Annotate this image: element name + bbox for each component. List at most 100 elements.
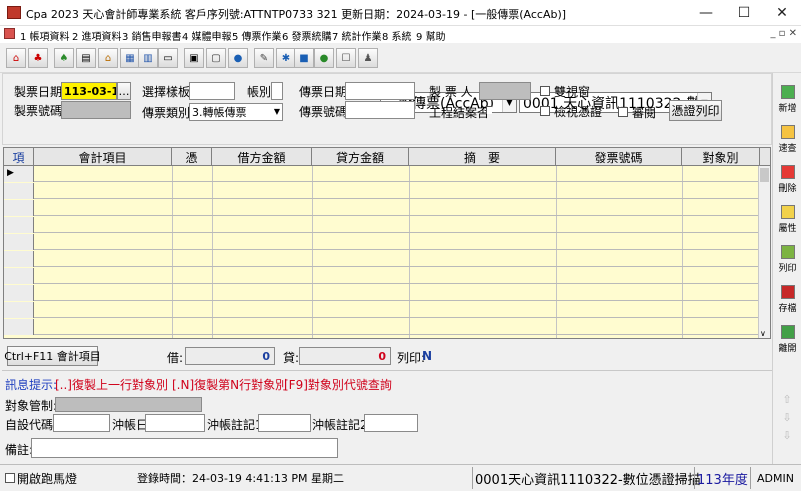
screen-icon[interactable]: ■ (294, 48, 314, 68)
table-row[interactable] (4, 217, 760, 233)
scroll-down-icon[interactable]: ∨ (760, 329, 766, 338)
table-row[interactable] (4, 302, 760, 318)
calculator-icon[interactable]: ▭ (158, 48, 178, 68)
delete-icon (780, 165, 795, 179)
col-object[interactable]: 對象別 (682, 148, 760, 166)
marquee-label: 開啟跑馬燈 (17, 471, 78, 486)
delete-button[interactable]: 刪除 (773, 161, 801, 201)
scroll-thumb[interactable] (760, 168, 769, 182)
help-icon[interactable]: ● (314, 48, 334, 68)
table-row[interactable] (4, 251, 760, 267)
tools-icon[interactable]: ✎ (254, 48, 274, 68)
row-header[interactable] (4, 302, 34, 318)
row-header[interactable]: ▶ (4, 166, 34, 182)
voucher-no-field[interactable] (61, 101, 131, 119)
marquee-checkbox[interactable] (5, 473, 15, 483)
status-year: 113年度 (697, 472, 748, 488)
col-item[interactable]: 項 (4, 148, 34, 166)
project-closed-checkbox[interactable] (486, 106, 492, 114)
menu-accounts[interactable]: 1 帳項資料 (20, 28, 70, 43)
offset-note2-field[interactable] (364, 414, 418, 432)
date-picker-button[interactable]: … (117, 82, 131, 100)
table-row[interactable] (4, 285, 760, 301)
voucher-category-select[interactable]: 3.轉帳傳票 ▼ (189, 103, 283, 121)
grid-scrollbar[interactable]: ∨ (758, 166, 770, 338)
row-header[interactable] (4, 285, 34, 301)
account-item-button[interactable]: Ctrl+F11 會計項目 (4, 346, 101, 366)
table-row[interactable] (4, 234, 760, 250)
table-row[interactable]: ▶ (4, 166, 760, 182)
row-header[interactable] (4, 268, 34, 284)
row-header[interactable] (4, 200, 34, 216)
import-icon[interactable]: ▥ (138, 48, 158, 68)
offset-date-field[interactable] (145, 414, 205, 432)
mdi-controls[interactable]: _ ▫ ✕ (770, 28, 797, 39)
menu-input[interactable]: 2 進項資料 (72, 28, 122, 43)
voucher-num-field[interactable] (345, 101, 415, 119)
quick-search-button[interactable]: 速查 (773, 121, 801, 161)
col-account[interactable]: 會計項目 (34, 148, 172, 166)
voucher-date-field[interactable] (345, 82, 415, 100)
maximize-button[interactable]: ☐ (725, 0, 763, 26)
quick-search-label: 速查 (778, 144, 797, 154)
col-invoice-no[interactable]: 發票號碼 (556, 148, 682, 166)
toolbar: ⌂ ♣ ♠ ▤ ⌂ ▦ ▥ ▭ ▣ ▢ ● ✎ ✱ ■ ● ☐ ♟ 一般傳票(A… (0, 43, 801, 113)
add-icon (780, 85, 795, 99)
template-field[interactable] (189, 82, 235, 100)
custom-code-field[interactable] (53, 414, 110, 432)
print-voucher-button[interactable]: 憑證列印 (669, 100, 722, 121)
window-title: Cpa 2023 天心會計師專業系統 客戶序列號:ATTNTP0733 321 … (26, 8, 567, 21)
save-button[interactable]: 存檔 (773, 281, 801, 321)
row-header[interactable] (4, 319, 34, 335)
menu-invoice[interactable]: 6 發票統購 (282, 28, 332, 43)
menu-help[interactable]: 9 幫助 (416, 28, 446, 43)
window-icon[interactable]: ▣ (184, 48, 204, 68)
exit-icon[interactable]: ♟ (358, 48, 378, 68)
entries-grid[interactable]: 項 會計項目 憑 借方金額 貸方金額 摘 要 發票號碼 對象別 ▶ ∨ (3, 147, 771, 339)
close-button[interactable]: ✕ (763, 0, 801, 26)
globe-icon[interactable]: ● (228, 48, 248, 68)
col-summary[interactable]: 摘 要 (409, 148, 556, 166)
table-row[interactable] (4, 319, 760, 335)
tree-icon[interactable]: ♠ (54, 48, 74, 68)
table-row[interactable] (4, 183, 760, 199)
monitor-icon[interactable]: ▢ (206, 48, 226, 68)
hint-f9-lookup: [F9]對象別代號查詢 (284, 378, 392, 392)
offset-note1-field[interactable] (258, 414, 311, 432)
view-voucher-checkbox[interactable] (540, 106, 550, 116)
nav-arrows[interactable]: ⇧ ⇩ ⇩ (780, 391, 794, 451)
menu-stats[interactable]: 7 統計作業 (332, 28, 382, 43)
menu-media-report[interactable]: 4 媒體申報 (182, 28, 232, 43)
row-header[interactable] (4, 234, 34, 250)
gear-icon[interactable]: ✱ (276, 48, 296, 68)
row-header[interactable] (4, 217, 34, 233)
menu-voucher[interactable]: 5 傳票作業 (232, 28, 282, 43)
memo-field[interactable] (31, 438, 338, 458)
col-credit[interactable]: 貸方金額 (312, 148, 409, 166)
table-row[interactable] (4, 268, 760, 284)
table-row[interactable] (4, 200, 760, 216)
chat-icon[interactable]: ☐ (336, 48, 356, 68)
menu-sales-report[interactable]: 3 銷售申報書 (122, 28, 182, 43)
col-voucher[interactable]: 憑 (172, 148, 212, 166)
print-button[interactable]: 列印 (773, 241, 801, 281)
col-debit[interactable]: 借方金額 (212, 148, 312, 166)
invoice-date-field[interactable]: 113-03-15 (61, 82, 117, 100)
row-header[interactable] (4, 251, 34, 267)
printer-icon[interactable]: ▤ (76, 48, 96, 68)
account-field[interactable] (271, 82, 283, 100)
home-icon[interactable]: ⌂ (6, 48, 26, 68)
maker-field[interactable] (479, 82, 531, 100)
add-button[interactable]: 新增 (773, 81, 801, 121)
house-icon[interactable]: ⌂ (98, 48, 118, 68)
menu-system[interactable]: 8 系統 (382, 28, 412, 43)
minimize-button[interactable]: — (687, 0, 725, 26)
document-icon[interactable]: ▦ (120, 48, 140, 68)
attribute-button[interactable]: 屬性 (773, 201, 801, 241)
dual-window-checkbox[interactable] (540, 86, 550, 96)
row-header[interactable] (4, 183, 34, 199)
review-checkbox[interactable] (618, 107, 628, 117)
mdi-app-icon[interactable] (4, 28, 15, 39)
exit-button[interactable]: 離開 (773, 321, 801, 361)
users-icon[interactable]: ♣ (28, 48, 48, 68)
